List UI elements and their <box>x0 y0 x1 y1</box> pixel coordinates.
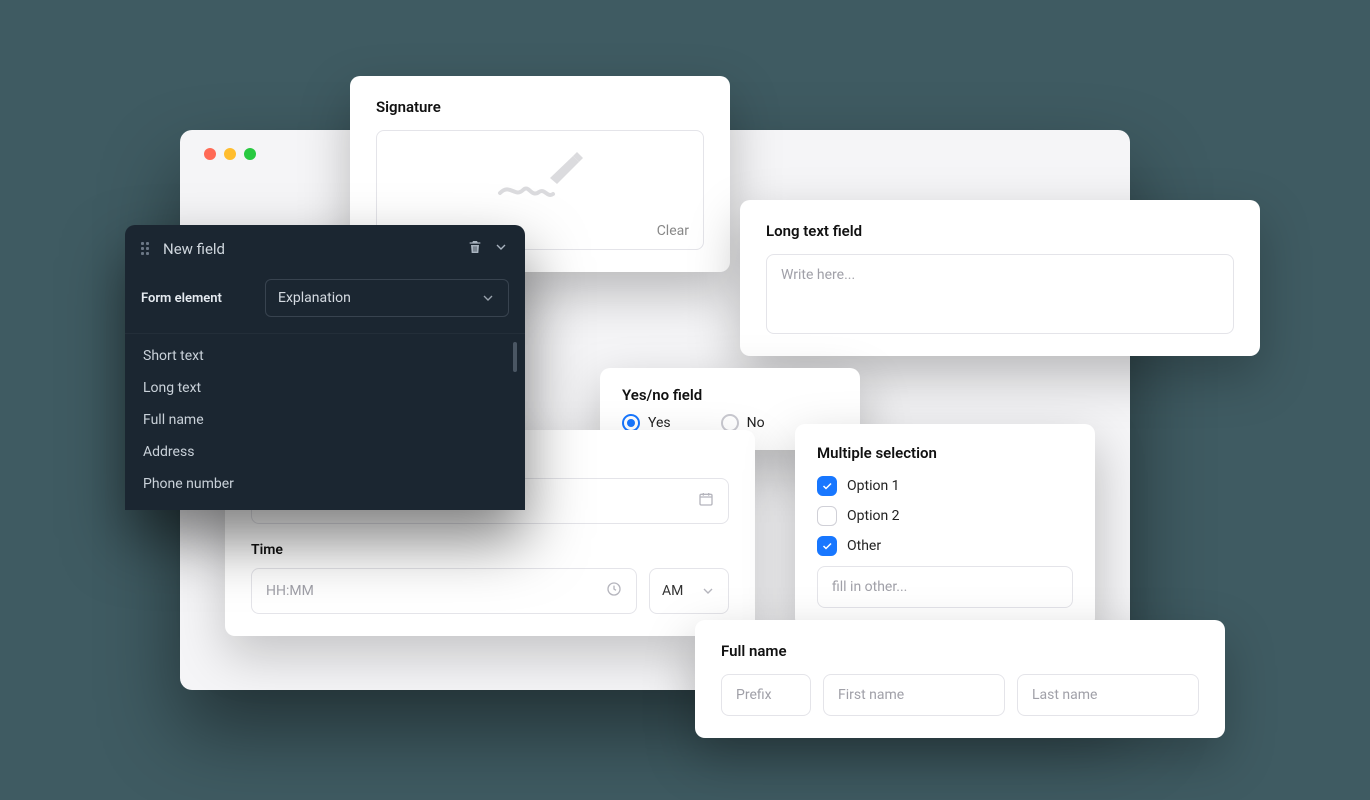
dropdown-option[interactable]: Phone number <box>125 468 525 500</box>
close-window-dot[interactable] <box>204 148 216 160</box>
form-element-dropdown-list: Short text Long text Full name Address P… <box>125 333 525 510</box>
time-input[interactable]: HH:MM <box>251 568 637 614</box>
checkbox-label: Option 1 <box>847 478 900 494</box>
long-text-title: Long text field <box>766 222 1234 240</box>
first-name-input[interactable]: First name <box>823 674 1005 716</box>
prefix-input[interactable]: Prefix <box>721 674 811 716</box>
time-label: Time <box>251 542 729 558</box>
signature-placeholder-icon <box>495 148 585 208</box>
chevron-down-icon <box>700 583 716 599</box>
form-element-selected: Explanation <box>278 290 351 306</box>
clock-icon <box>606 581 622 601</box>
full-name-title: Full name <box>721 642 1199 660</box>
checkbox-unchecked-icon <box>817 506 837 526</box>
checkbox-label: Other <box>847 538 881 554</box>
new-field-title: New field <box>163 240 457 258</box>
radio-yes-label: Yes <box>648 415 671 431</box>
first-name-placeholder: First name <box>838 687 904 703</box>
minimize-window-dot[interactable] <box>224 148 236 160</box>
yes-no-title: Yes/no field <box>622 386 838 404</box>
dropdown-option[interactable]: Address <box>125 436 525 468</box>
other-input[interactable]: fill in other... <box>817 566 1073 608</box>
calendar-icon <box>698 491 714 511</box>
multiple-selection-card: Multiple selection Option 1 Option 2 Oth… <box>795 424 1095 628</box>
drag-handle-icon[interactable] <box>141 242 153 256</box>
other-placeholder: fill in other... <box>832 579 907 595</box>
delete-field-button[interactable] <box>467 239 483 259</box>
form-element-label: Form element <box>141 291 251 306</box>
time-placeholder: HH:MM <box>266 583 314 599</box>
checkbox-row[interactable]: Option 1 <box>817 476 1073 496</box>
long-text-card: Long text field Write here... <box>740 200 1260 356</box>
radio-no-label: No <box>747 415 765 431</box>
signature-title: Signature <box>376 98 704 116</box>
dropdown-option[interactable]: Long text <box>125 372 525 404</box>
ampm-value: AM <box>662 583 683 599</box>
signature-clear-button[interactable]: Clear <box>657 223 689 239</box>
long-text-input[interactable]: Write here... <box>766 254 1234 334</box>
dropdown-option[interactable]: Short text <box>125 340 525 372</box>
maximize-window-dot[interactable] <box>244 148 256 160</box>
chevron-down-icon <box>480 290 496 306</box>
checkbox-row[interactable]: Other <box>817 536 1073 556</box>
new-field-popover: New field Form element Explanation Short… <box>125 225 525 510</box>
checkbox-row[interactable]: Option 2 <box>817 506 1073 526</box>
collapse-button[interactable] <box>493 239 509 259</box>
long-text-placeholder: Write here... <box>781 267 855 283</box>
multiple-selection-title: Multiple selection <box>817 444 1073 462</box>
checkbox-label: Option 2 <box>847 508 900 524</box>
prefix-placeholder: Prefix <box>736 687 772 703</box>
form-element-select[interactable]: Explanation <box>265 279 509 317</box>
last-name-placeholder: Last name <box>1032 687 1097 703</box>
dropdown-option[interactable]: Full name <box>125 404 525 436</box>
window-traffic-lights <box>204 148 256 160</box>
full-name-card: Full name Prefix First name Last name <box>695 620 1225 738</box>
checkbox-checked-icon <box>817 476 837 496</box>
chevron-down-icon <box>493 239 509 255</box>
last-name-input[interactable]: Last name <box>1017 674 1199 716</box>
ampm-select[interactable]: AM <box>649 568 729 614</box>
trash-icon <box>467 239 483 255</box>
dropdown-scrollbar[interactable] <box>513 342 517 372</box>
checkbox-checked-icon <box>817 536 837 556</box>
